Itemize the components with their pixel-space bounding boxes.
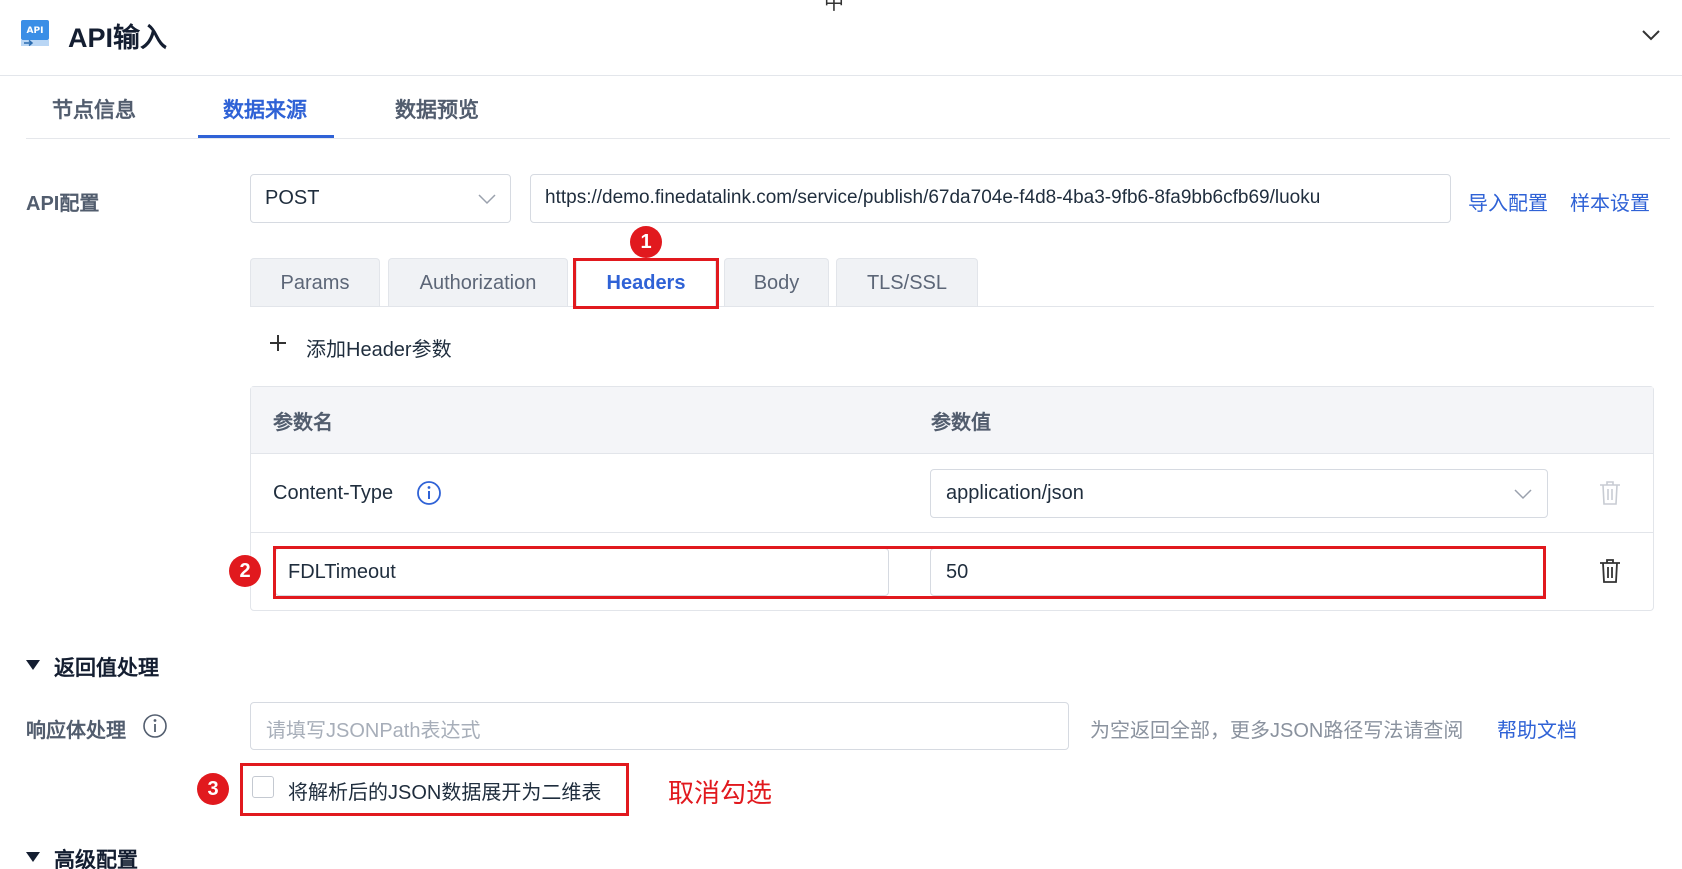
info-icon[interactable] [142, 713, 168, 739]
svg-text:API: API [27, 26, 44, 36]
chevron-down-icon[interactable] [1638, 22, 1664, 48]
tabs-divider [26, 138, 1670, 139]
url-value: https://demo.finedatalink.com/service/pu… [545, 187, 1321, 208]
content-type-value: application/json [946, 482, 1084, 504]
section-advanced[interactable]: 高级配置 [54, 844, 138, 869]
plus-icon[interactable] [268, 333, 288, 353]
annotation-badge-1: 1 [630, 226, 662, 258]
subtab-tls-ssl[interactable]: TLS/SSL [836, 258, 978, 307]
row-divider [251, 532, 1653, 533]
caret-down-icon[interactable] [26, 852, 40, 862]
subtabs-divider [250, 306, 1654, 307]
import-config-link[interactable]: 导入配置 [1468, 187, 1548, 216]
subtab-body[interactable]: Body [724, 258, 829, 307]
annotation-box-fdltimeout [273, 546, 1546, 599]
chevron-down-icon [478, 194, 496, 205]
column-header-value: 参数值 [931, 412, 991, 434]
chevron-down-icon [1514, 489, 1532, 500]
column-header-name: 参数名 [273, 412, 333, 434]
response-body-label: 响应体处理 [26, 720, 126, 742]
page-title: API输入 [68, 23, 168, 53]
annotation-badge-2: 2 [229, 555, 261, 587]
jsonpath-hint: 为空返回全部，更多JSON路径写法请查阅 [1090, 720, 1464, 742]
add-header-button[interactable]: 添加Header参数 [306, 333, 452, 362]
param-name-content-type: Content-Type [273, 482, 394, 504]
annotation-note-uncheck: 取消勾选 [668, 778, 773, 808]
help-doc-link[interactable]: 帮助文档 [1497, 714, 1577, 743]
trash-icon [1600, 481, 1620, 505]
annotation-box-headers [573, 258, 719, 309]
api-config-label: API配置 [26, 193, 100, 215]
section-return-value[interactable]: 返回值处理 [54, 652, 159, 682]
method-value: POST [265, 187, 320, 209]
subtab-authorization[interactable]: Authorization [388, 258, 568, 307]
subtab-params[interactable]: Params [250, 258, 380, 307]
api-logo-icon: API [21, 20, 49, 47]
top-glyph: 中 [824, 0, 844, 14]
trash-icon[interactable] [1598, 558, 1622, 584]
caret-down-icon[interactable] [26, 660, 40, 670]
tab-data-preview[interactable]: 数据预览 [395, 94, 479, 124]
jsonpath-placeholder: 请填写JSONPath表达式 [266, 720, 481, 742]
sample-settings-link[interactable]: 样本设置 [1570, 187, 1650, 216]
header-divider [0, 75, 1682, 76]
tab-node-info[interactable]: 节点信息 [52, 94, 136, 124]
annotation-badge-3: 3 [197, 773, 229, 805]
tab-data-source[interactable]: 数据来源 [223, 94, 307, 124]
annotation-box-checkbox [240, 763, 629, 816]
info-icon[interactable] [416, 480, 442, 506]
